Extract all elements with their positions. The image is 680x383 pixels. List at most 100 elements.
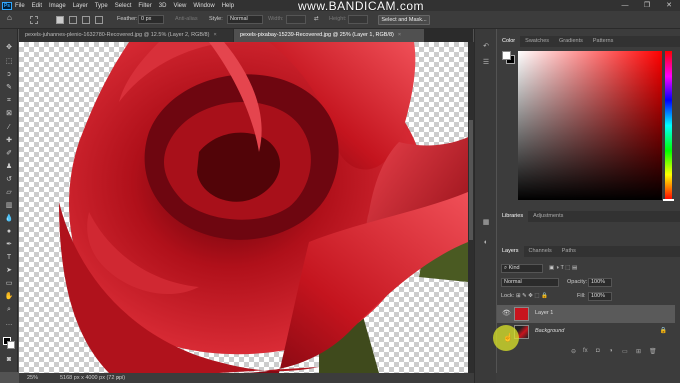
shape-icon[interactable]: ▭ bbox=[4, 279, 14, 288]
height-input[interactable] bbox=[348, 15, 368, 24]
menu-help[interactable]: Help bbox=[222, 3, 234, 9]
menu-select[interactable]: Select bbox=[115, 3, 132, 9]
stamp-icon[interactable]: ♟ bbox=[4, 162, 14, 171]
menu-layer[interactable]: Layer bbox=[73, 3, 88, 9]
opacity-input[interactable]: 100% bbox=[588, 278, 612, 287]
menu-view[interactable]: View bbox=[173, 3, 186, 9]
pen-icon[interactable]: ✒ bbox=[4, 240, 14, 249]
menu-filter[interactable]: Filter bbox=[138, 3, 151, 9]
style-label: Style: bbox=[209, 16, 223, 22]
history-panel-icon[interactable]: ↶ bbox=[481, 42, 491, 52]
marquee-icon[interactable] bbox=[30, 16, 38, 24]
group-icon[interactable]: ▭ bbox=[622, 348, 628, 355]
foreground-color-swatch[interactable] bbox=[502, 51, 511, 60]
feather-input[interactable]: 0 px bbox=[138, 15, 164, 24]
menu-file[interactable]: File bbox=[15, 3, 25, 9]
adjustment-layer-icon[interactable]: ◑ bbox=[609, 348, 613, 354]
type-icon[interactable]: T bbox=[4, 253, 14, 262]
menu-image[interactable]: Image bbox=[49, 3, 66, 9]
add-selection-icon[interactable] bbox=[69, 16, 77, 24]
delete-layer-icon[interactable]: 🗑 bbox=[649, 348, 657, 355]
mask-icon[interactable]: ◘ bbox=[596, 348, 600, 354]
menu-3d[interactable]: 3D bbox=[159, 3, 167, 9]
tab-color[interactable]: Color bbox=[497, 36, 521, 47]
swap-icon[interactable]: ⇄ bbox=[314, 15, 319, 24]
zoom-level[interactable]: 25% bbox=[27, 373, 38, 383]
quick-select-icon[interactable]: ✎ bbox=[4, 83, 14, 92]
background-swatch[interactable] bbox=[7, 341, 15, 349]
layer-kind-filter[interactable]: ⌕ Kind bbox=[501, 264, 543, 273]
tab-document-1[interactable]: pexels-juhannes-plenio-1632780-Recovered… bbox=[19, 29, 233, 42]
document-canvas[interactable] bbox=[19, 42, 468, 373]
quick-mask-icon[interactable]: ◙ bbox=[4, 355, 14, 364]
fill-input[interactable]: 100% bbox=[588, 292, 612, 301]
close-button[interactable]: ✕ bbox=[658, 0, 680, 11]
photoshop-logo: Ps bbox=[2, 1, 12, 10]
tab-close-icon[interactable]: × bbox=[398, 32, 401, 38]
menu-edit[interactable]: Edit bbox=[32, 3, 42, 9]
menu-type[interactable]: Type bbox=[95, 3, 108, 9]
menu-window[interactable]: Window bbox=[193, 3, 214, 9]
layer-row-layer-1[interactable]: 👁 Layer 1 bbox=[497, 305, 675, 323]
tab-gradients[interactable]: Gradients bbox=[554, 36, 588, 47]
tab-document-2[interactable]: pexels-pixabay-15239-Recovered.jpg @ 25%… bbox=[234, 29, 424, 42]
brush-icon[interactable]: ✐ bbox=[4, 149, 14, 158]
lock-icons[interactable]: ⊞ ✎ ✥ ⬚ 🔒 bbox=[516, 293, 548, 299]
libraries-panel-icon[interactable]: ▦ bbox=[481, 218, 491, 228]
eyedropper-icon[interactable]: ⁄ bbox=[4, 123, 14, 132]
tab-patterns[interactable]: Patterns bbox=[588, 36, 618, 47]
new-layer-icon[interactable]: ⊞ bbox=[636, 348, 641, 355]
intersect-selection-icon[interactable] bbox=[95, 16, 103, 24]
hue-slider-handle[interactable] bbox=[663, 199, 674, 201]
eraser-icon[interactable]: ▱ bbox=[4, 188, 14, 197]
filter-icons[interactable]: ▣ ◑ T ⬚ ▤ bbox=[549, 265, 577, 271]
blur-icon[interactable]: 💧 bbox=[4, 214, 14, 223]
properties-panel-icon[interactable]: ☰ bbox=[481, 58, 491, 68]
marquee-tool-icon[interactable]: ⬚ bbox=[4, 57, 14, 66]
minimize-button[interactable]: — bbox=[614, 0, 636, 11]
fx-icon[interactable]: fx bbox=[583, 348, 588, 354]
eye-icon[interactable]: 👁 bbox=[502, 309, 511, 317]
tab-close-icon[interactable]: × bbox=[213, 32, 216, 38]
tab-adjustments[interactable]: Adjustments bbox=[528, 211, 568, 222]
history-brush-icon[interactable]: ↺ bbox=[4, 175, 14, 184]
home-icon[interactable]: ⌂ bbox=[7, 13, 12, 22]
tab-channels[interactable]: Channels bbox=[524, 246, 557, 257]
healing-icon[interactable]: ✚ bbox=[4, 136, 14, 145]
more-tools-icon[interactable]: … bbox=[4, 319, 14, 328]
anti-alias-checkbox[interactable]: Anti-alias bbox=[175, 15, 198, 24]
blend-mode-select[interactable]: Normal bbox=[501, 278, 559, 287]
maximize-button[interactable]: ❐ bbox=[636, 0, 658, 11]
subtract-selection-icon[interactable] bbox=[82, 16, 90, 24]
libraries-panel-tabs: Libraries Adjustments bbox=[497, 211, 680, 222]
zoom-icon[interactable]: ⌕ bbox=[4, 305, 14, 314]
adjustments-panel-icon[interactable]: ◐ bbox=[481, 239, 491, 249]
frame-icon[interactable]: ⊠ bbox=[4, 109, 14, 118]
hand-cursor-icon: ☝ bbox=[503, 333, 513, 342]
hue-slider[interactable] bbox=[665, 51, 672, 200]
tab-paths[interactable]: Paths bbox=[557, 246, 581, 257]
status-arrow-icon[interactable]: › bbox=[117, 373, 119, 383]
crop-icon[interactable]: ⌗ bbox=[4, 96, 14, 105]
style-select[interactable]: Normal bbox=[227, 15, 263, 24]
layer-name[interactable]: Layer 1 bbox=[535, 310, 553, 316]
fg-bg-swatches[interactable] bbox=[502, 51, 516, 65]
layers-panel-tabs: Layers Channels Paths bbox=[497, 246, 680, 257]
lasso-icon[interactable]: ↄ bbox=[4, 70, 14, 79]
hand-icon[interactable]: ✋ bbox=[4, 292, 14, 301]
gradient-icon[interactable]: ▥ bbox=[4, 201, 14, 210]
link-icon[interactable]: ⊖ bbox=[571, 348, 576, 355]
tab-swatches[interactable]: Swatches bbox=[520, 36, 554, 47]
layer-row-background[interactable]: Background 🔒 bbox=[497, 323, 675, 341]
dodge-icon[interactable]: ● bbox=[4, 227, 14, 236]
select-and-mask-button[interactable]: Select and Mask... bbox=[378, 15, 430, 25]
tab-layers[interactable]: Layers bbox=[497, 246, 524, 257]
canvas-scroll-thumb[interactable] bbox=[469, 120, 473, 240]
path-select-icon[interactable]: ➤ bbox=[4, 266, 14, 275]
new-selection-icon[interactable] bbox=[56, 16, 64, 24]
width-input[interactable] bbox=[286, 15, 306, 24]
color-field[interactable] bbox=[518, 51, 662, 200]
layer-name[interactable]: Background bbox=[535, 328, 564, 334]
move-icon[interactable]: ✥ bbox=[4, 43, 14, 52]
tab-libraries[interactable]: Libraries bbox=[497, 211, 529, 222]
